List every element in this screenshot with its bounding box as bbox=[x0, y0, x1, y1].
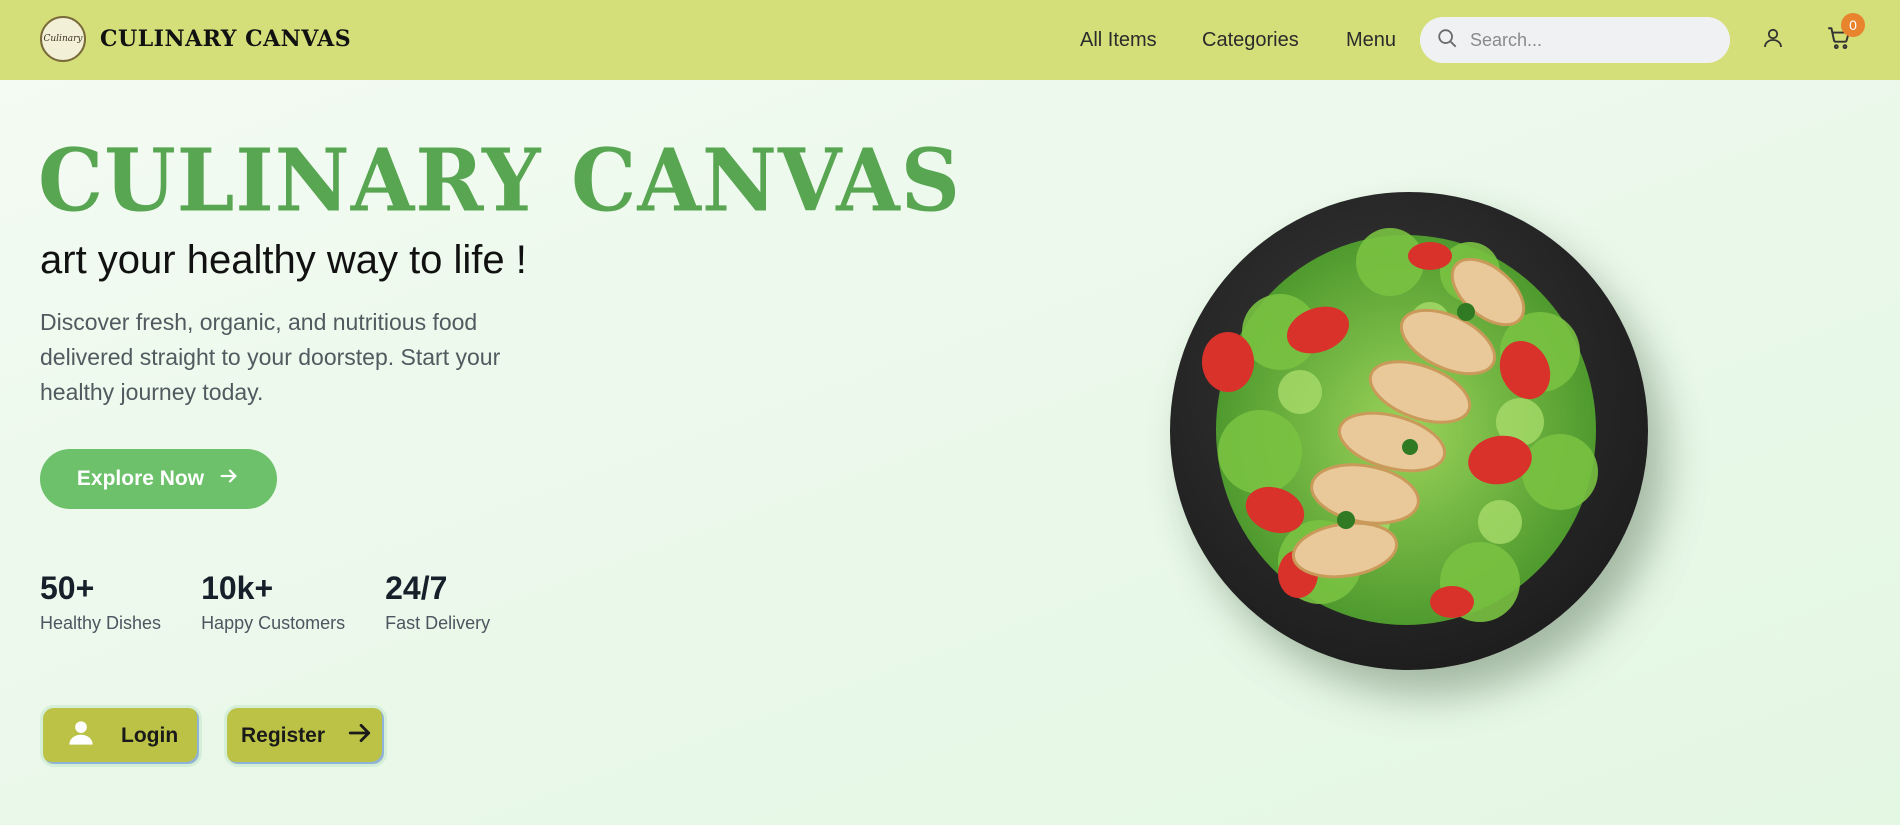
arrow-right-icon bbox=[347, 720, 373, 752]
stat-label: Happy Customers bbox=[201, 613, 346, 633]
salad-plate-image bbox=[1170, 192, 1648, 670]
stat-value: 24/7 bbox=[385, 570, 448, 606]
nav-all-items[interactable]: All Items bbox=[1080, 29, 1157, 52]
top-nav-bar: Culinary CULINARY CANVAS All Items Categ… bbox=[0, 0, 1900, 80]
login-button[interactable]: Login bbox=[40, 705, 202, 767]
register-label: Register bbox=[241, 724, 326, 747]
explore-now-label: Explore Now bbox=[76, 467, 205, 490]
stat-value: 10k+ bbox=[201, 570, 274, 606]
search-input[interactable] bbox=[1470, 29, 1710, 51]
user-icon bbox=[1761, 26, 1785, 55]
nav-menu[interactable]: Menu bbox=[1346, 29, 1396, 52]
cart-count-badge: 0 bbox=[1841, 13, 1865, 37]
logo-badge: Culinary bbox=[40, 16, 86, 62]
register-button[interactable]: Register bbox=[224, 705, 387, 767]
hero-subtitle: art your healthy way to life ! bbox=[40, 238, 527, 282]
hero-description: Discover fresh, organic, and nutritious … bbox=[40, 309, 501, 405]
stat-item: 24/7 Fast Delivery bbox=[385, 570, 490, 634]
nav-categories[interactable]: Categories bbox=[1202, 29, 1299, 52]
login-label: Login bbox=[121, 724, 179, 747]
brand-logo-link[interactable]: Culinary CULINARY CANVAS bbox=[40, 16, 351, 62]
stat-label: Fast Delivery bbox=[385, 613, 491, 633]
explore-now-button[interactable]: Explore Now bbox=[40, 449, 277, 509]
salad-illustration bbox=[1202, 228, 1598, 625]
stat-label: Healthy Dishes bbox=[40, 613, 162, 633]
user-account-button[interactable] bbox=[1759, 26, 1787, 54]
stats-row: 50+ Healthy Dishes 10k+ Happy Customers … bbox=[40, 570, 530, 634]
user-icon bbox=[67, 719, 95, 753]
search-bar bbox=[1420, 17, 1730, 63]
brand-name: CULINARY CANVAS bbox=[100, 26, 352, 52]
stat-item: 10k+ Happy Customers bbox=[201, 570, 345, 634]
hero-title: CULINARY CANVAS bbox=[38, 130, 962, 232]
stat-value: 50+ bbox=[40, 570, 95, 606]
search-icon bbox=[1436, 27, 1458, 54]
arrow-right-icon bbox=[218, 465, 240, 493]
logo-text: Culinary bbox=[43, 34, 83, 44]
stat-item: 50+ Healthy Dishes bbox=[40, 570, 161, 634]
